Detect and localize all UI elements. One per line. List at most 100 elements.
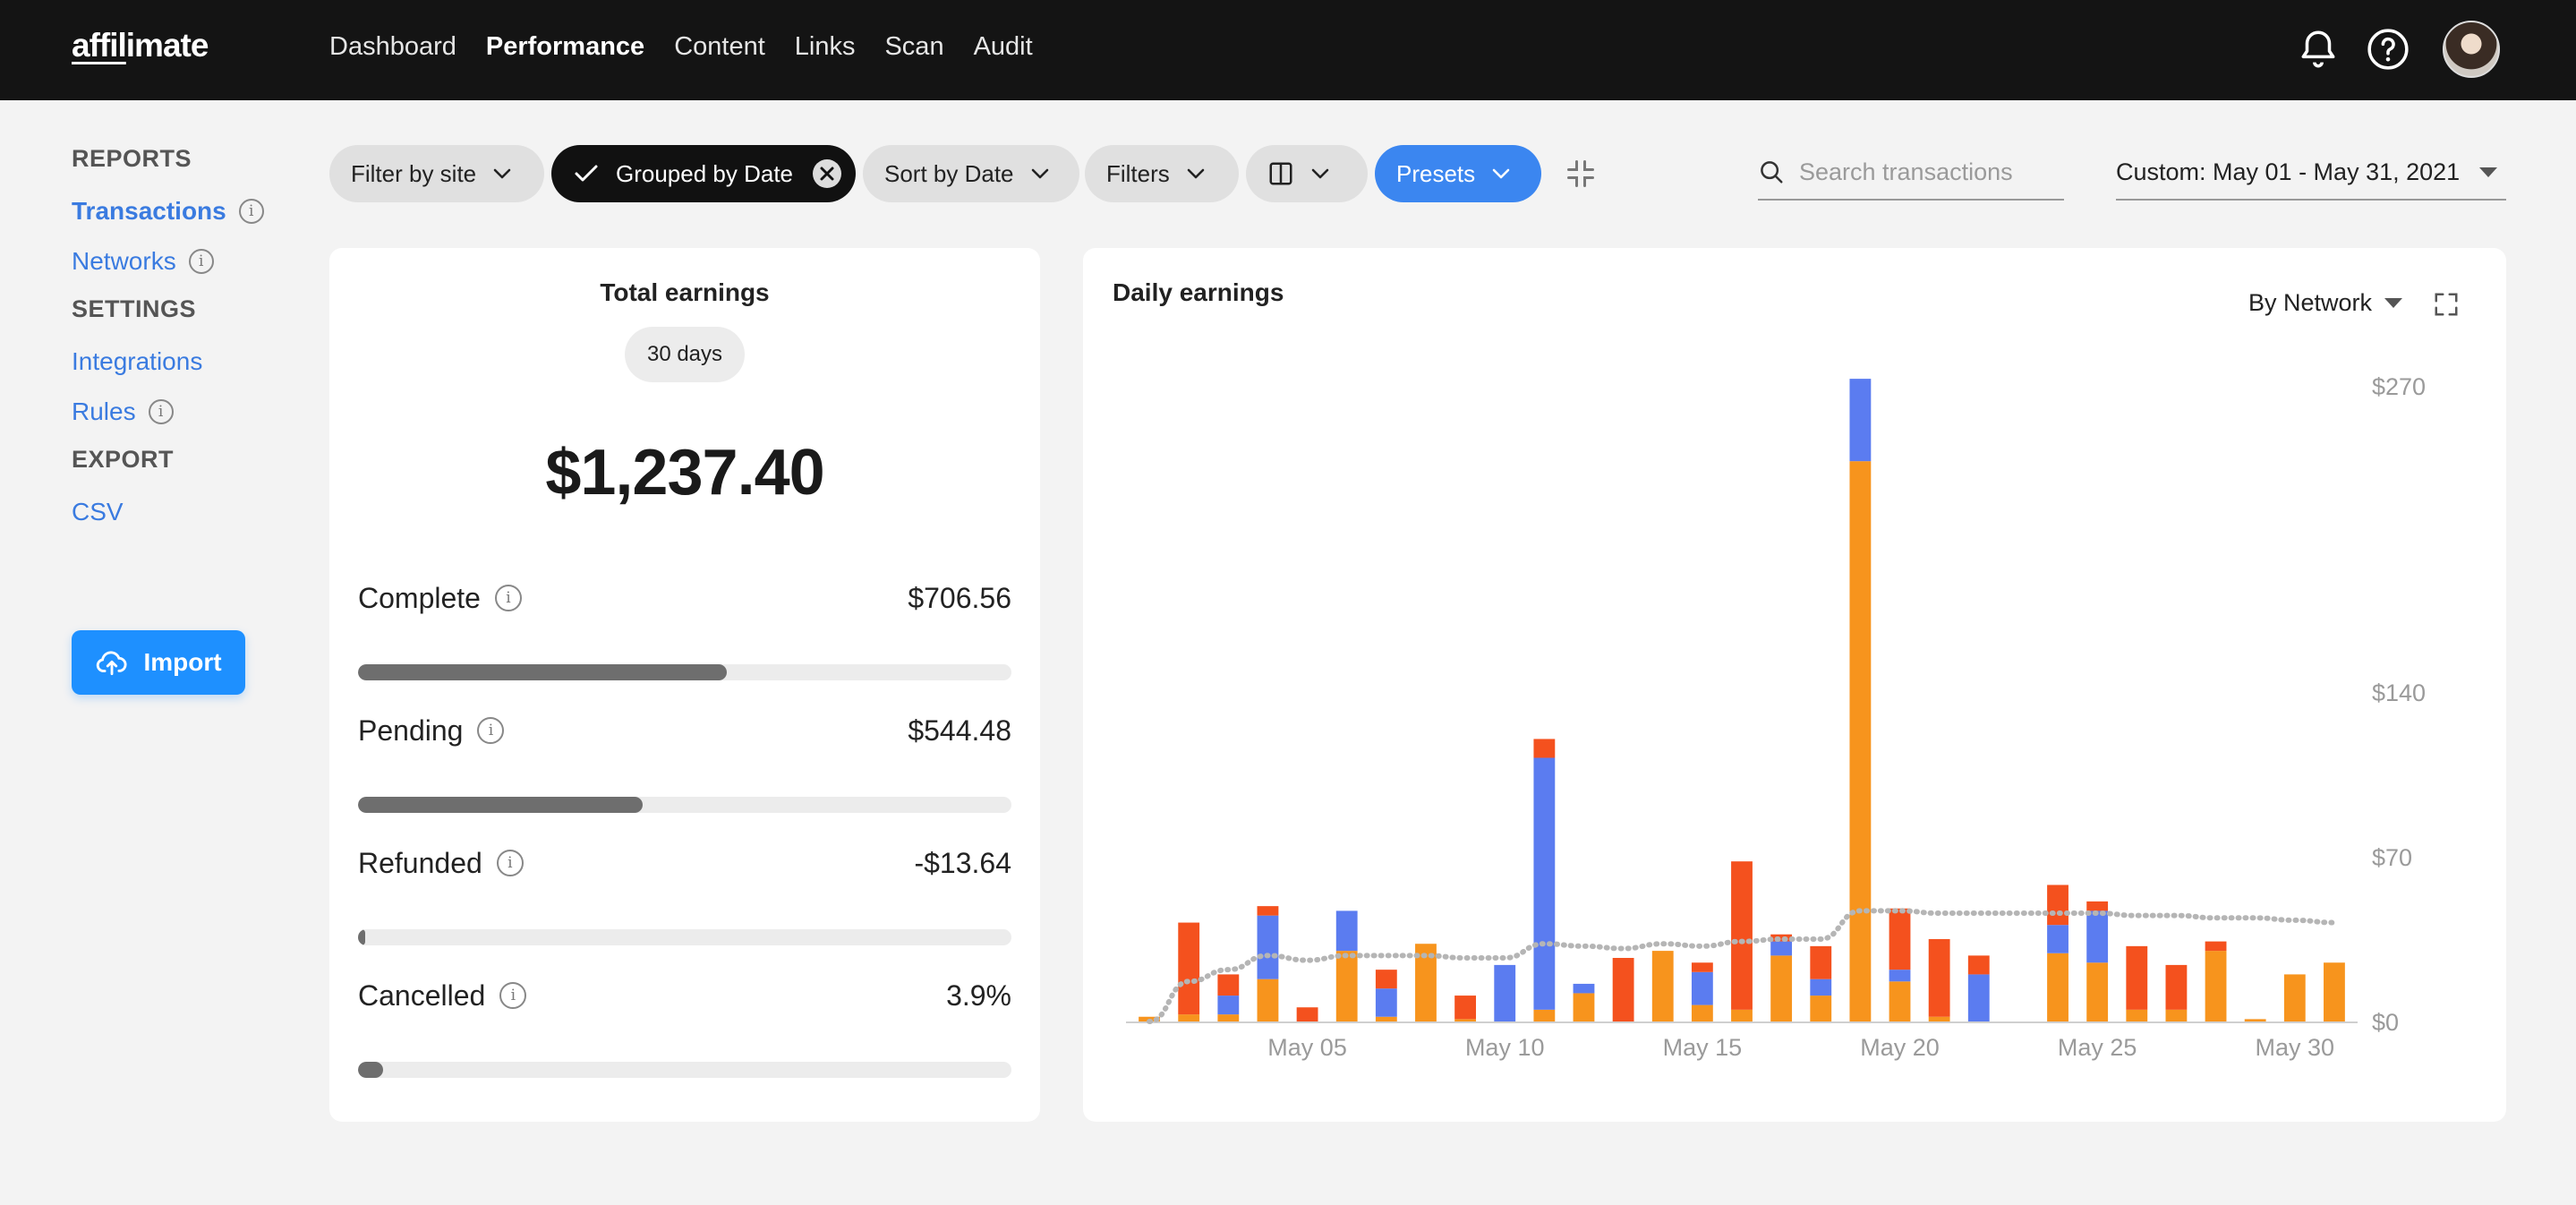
bar-segment[interactable] [1257, 906, 1279, 916]
bar-segment[interactable] [1928, 1016, 1950, 1021]
info-icon[interactable]: i [496, 850, 524, 876]
bar-segment[interactable] [1573, 983, 1595, 994]
bar-segment[interactable] [1770, 934, 1793, 942]
bar-segment[interactable] [2244, 1019, 2266, 1021]
total-earnings-value: $1,237.40 [545, 437, 824, 508]
sidebar-item-integrations[interactable]: Integrations [72, 346, 286, 378]
bar-segment[interactable] [1849, 379, 1872, 462]
bar-segment[interactable] [1454, 996, 1477, 1020]
grouped-by-date-chip[interactable]: Grouped by Date [551, 145, 856, 202]
bar-segment[interactable] [1375, 1016, 1397, 1021]
bar-segment[interactable] [1810, 979, 1832, 996]
columns-dropdown[interactable] [1246, 145, 1368, 202]
bar-segment[interactable] [2205, 951, 2227, 1021]
avatar[interactable] [2443, 21, 2500, 78]
bar-segment[interactable] [1494, 964, 1516, 1021]
import-button[interactable]: Import [72, 630, 245, 695]
bar-segment[interactable] [1889, 908, 1911, 970]
sidebar-item-networks[interactable]: Networks i [72, 245, 286, 278]
bell-icon[interactable] [2296, 27, 2341, 72]
bar-segment[interactable] [1810, 996, 1832, 1021]
sidebar-item-csv[interactable]: CSV [72, 496, 286, 528]
bar-segment[interactable] [2086, 901, 2109, 911]
info-icon[interactable]: i [477, 717, 505, 744]
progress-track [358, 797, 1011, 813]
bar-segment[interactable] [1454, 1019, 1477, 1021]
filters-dropdown[interactable]: Filters [1085, 145, 1239, 202]
sort-by-date-dropdown[interactable]: Sort by Date [863, 145, 1079, 202]
info-icon[interactable]: i [494, 585, 522, 611]
bar-segment[interactable] [1889, 970, 1911, 982]
bar-segment[interactable] [1217, 1014, 1240, 1021]
daily-earnings-card: $0 $70 $140 $270 May 05 May 10 May 15 May 20 May… [1083, 248, 2506, 1122]
help-icon[interactable] [2366, 27, 2410, 72]
sidebar-item-transactions[interactable]: Transactions i [72, 195, 286, 227]
bar-segment[interactable] [1257, 915, 1279, 979]
check-icon [575, 165, 598, 182]
sidebar-item-rules[interactable]: Rules i [72, 396, 286, 428]
clear-circle-icon[interactable] [811, 158, 843, 190]
info-icon[interactable]: i [499, 982, 527, 1009]
bar-segment[interactable] [1731, 861, 1753, 1010]
bar-segment[interactable] [1691, 1004, 1713, 1021]
compress-icon[interactable] [1565, 158, 1597, 190]
bar-segment[interactable] [1217, 996, 1240, 1015]
bar-segment[interactable] [1573, 993, 1595, 1021]
bar-segment[interactable] [1296, 1007, 1318, 1021]
bar-segment[interactable] [2126, 1009, 2148, 1021]
bar-segment[interactable] [2283, 974, 2306, 1021]
bar-segment[interactable] [1928, 938, 1950, 1017]
bar-segment[interactable] [2165, 1009, 2188, 1021]
bar-segment[interactable] [2205, 941, 2227, 952]
nav-content[interactable]: Content [674, 32, 765, 62]
bar-segment[interactable] [2126, 945, 2148, 1010]
app-logo[interactable]: affilimate [72, 27, 209, 64]
bar-segment[interactable] [1612, 958, 1634, 1021]
bar-segment[interactable] [1967, 955, 1990, 975]
bar-segment[interactable] [2047, 925, 2068, 953]
nav-performance[interactable]: Performance [486, 32, 644, 62]
bar-segment[interactable] [2165, 964, 2188, 1010]
bar-segment[interactable] [1651, 951, 1674, 1021]
bar-segment[interactable] [2086, 910, 2109, 963]
nav-audit[interactable]: Audit [974, 32, 1033, 62]
period-pill[interactable]: 30 days [625, 327, 745, 382]
bar-segment[interactable] [2047, 885, 2068, 926]
bar-segment[interactable] [1691, 962, 1713, 972]
nav-scan[interactable]: Scan [884, 32, 943, 62]
filter-by-site-dropdown[interactable]: Filter by site [329, 145, 544, 202]
bar-segment[interactable] [1533, 1009, 1556, 1021]
bar-segment[interactable] [1217, 974, 1240, 996]
bar-segment[interactable] [1335, 951, 1358, 1021]
bar-segment[interactable] [1967, 974, 1990, 1021]
stat-pending: Pending i $544.48 [358, 709, 1011, 813]
bar-segment[interactable] [1770, 941, 1793, 956]
bar-segment[interactable] [1335, 910, 1358, 952]
bar-segment[interactable] [1533, 757, 1556, 1010]
info-icon[interactable]: i [188, 249, 214, 274]
bar-segment[interactable] [1178, 1014, 1200, 1021]
bar-segment[interactable] [2047, 953, 2068, 1021]
bar-segment[interactable] [1533, 739, 1556, 758]
date-range-select[interactable]: Custom: May 01 - May 31, 2021 [2116, 145, 2506, 201]
bar-segment[interactable] [1849, 461, 1872, 1021]
bar-segment[interactable] [1257, 979, 1279, 1021]
bar-segment[interactable] [1770, 955, 1793, 1021]
bar-segment[interactable] [1178, 922, 1200, 1015]
bar-segment[interactable] [2086, 962, 2109, 1021]
bar-segment[interactable] [1691, 971, 1713, 1005]
bar-segment[interactable] [1731, 1009, 1753, 1021]
expand-icon[interactable] [2433, 291, 2460, 318]
nav-dashboard[interactable]: Dashboard [329, 32, 456, 62]
bar-segment[interactable] [1375, 988, 1397, 1017]
group-by-dropdown[interactable]: By Network [2248, 289, 2411, 317]
presets-dropdown[interactable]: Presets [1375, 145, 1541, 202]
info-icon[interactable]: i [148, 399, 174, 424]
bar-segment[interactable] [2324, 962, 2345, 1021]
info-icon[interactable]: i [238, 199, 264, 224]
search-input[interactable] [1799, 158, 2059, 186]
bar-segment[interactable] [1810, 945, 1832, 979]
bar-segment[interactable] [1889, 981, 1911, 1021]
bar-segment[interactable] [1375, 970, 1397, 989]
nav-links[interactable]: Links [795, 32, 856, 62]
